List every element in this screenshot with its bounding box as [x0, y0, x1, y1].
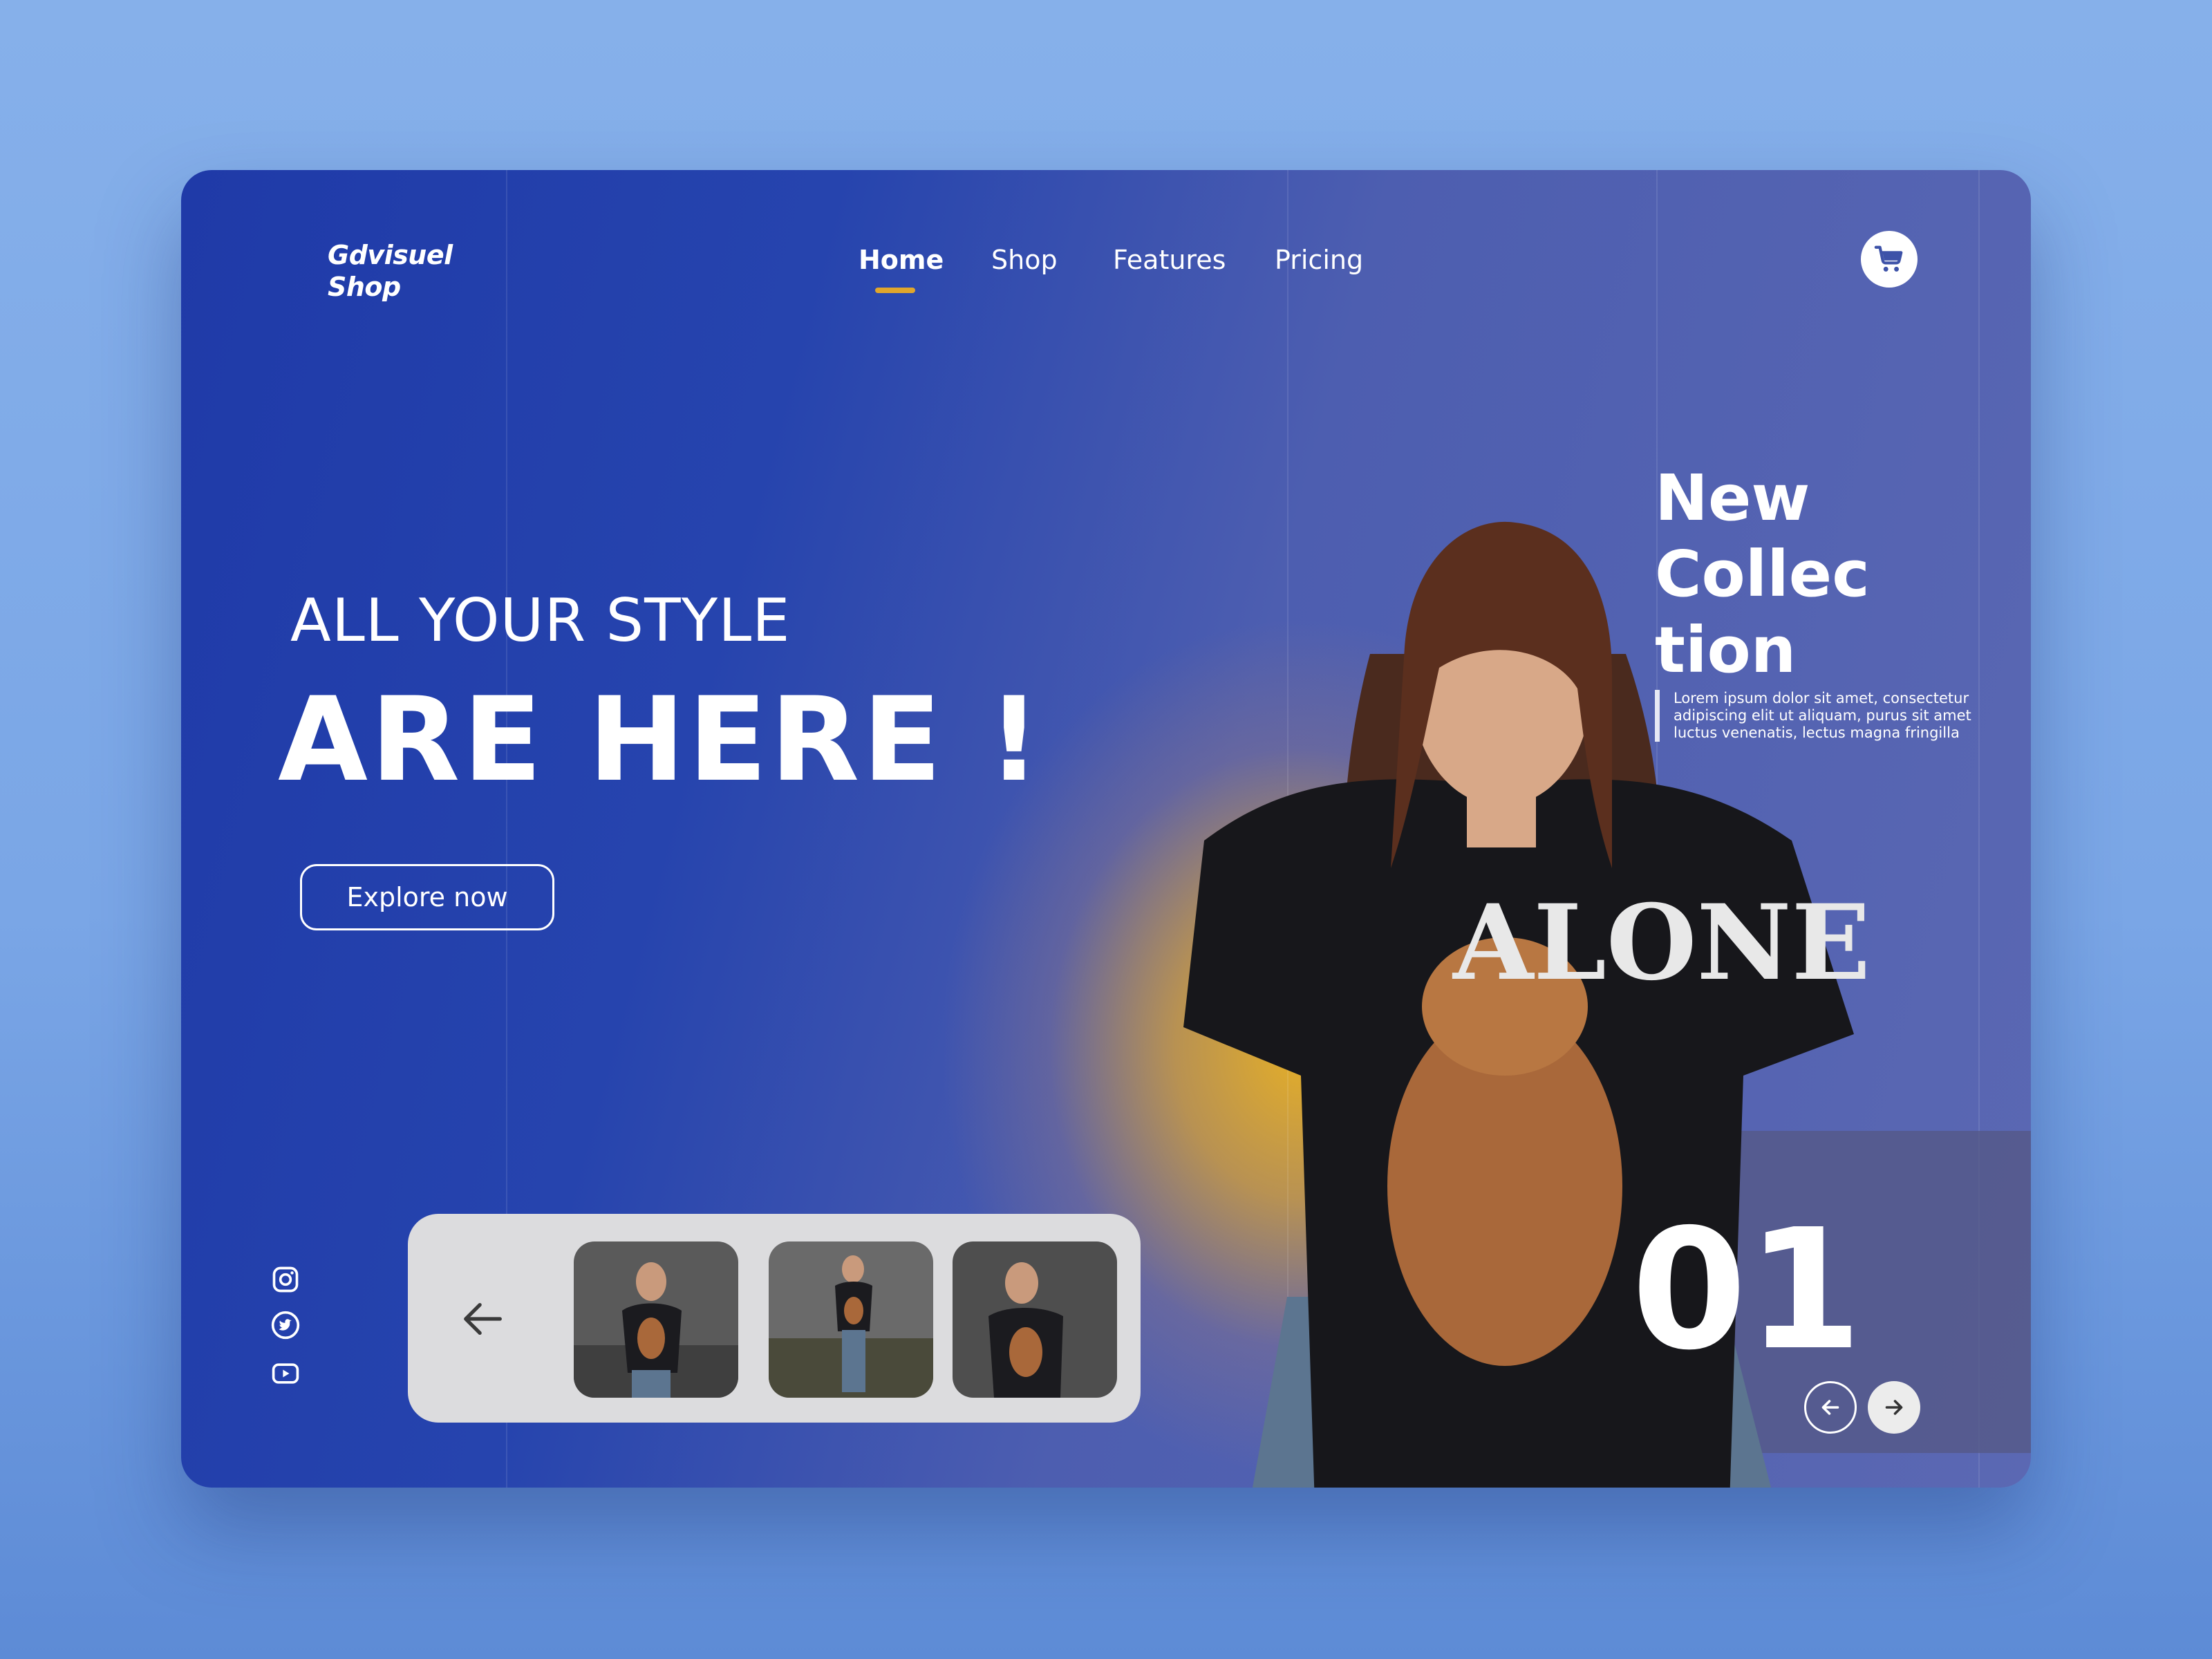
twitter-icon: [271, 1311, 300, 1340]
arrow-right-icon: [1885, 1400, 1903, 1415]
carousel-back-button[interactable]: [456, 1291, 512, 1347]
collection-title: New Collec tion: [1655, 460, 1870, 688]
collection-title-line: tion: [1655, 613, 1797, 687]
thumbnail-image[interactable]: [953, 1241, 1117, 1398]
thumbnail-photo: [953, 1241, 1117, 1398]
youtube-link[interactable]: [268, 1356, 303, 1391]
explore-now-button[interactable]: Explore now: [300, 864, 554, 930]
hero-title: ARE HERE !: [278, 672, 1044, 807]
arrow-left-icon: [1821, 1400, 1839, 1415]
svg-text:ALONE: ALONE: [1452, 882, 1871, 1004]
nav-item-features[interactable]: Features: [1113, 245, 1226, 275]
instagram-link[interactable]: [268, 1262, 303, 1297]
collection-title-line: New: [1655, 461, 1810, 535]
slide-next-button[interactable]: [1868, 1381, 1920, 1434]
arrow-left-icon: [464, 1302, 502, 1335]
slide-number: 01: [1631, 1193, 1862, 1387]
nav-item-pricing[interactable]: Pricing: [1275, 245, 1363, 275]
youtube-icon: [272, 1363, 299, 1384]
thumbnail-photo: [769, 1241, 933, 1398]
thumbnail-image[interactable]: [574, 1241, 738, 1398]
twitter-link[interactable]: [268, 1308, 303, 1342]
collection-description: Lorem ipsum dolor sit amet, consectetur …: [1655, 690, 1991, 742]
hero-subtitle: ALL YOUR STYLE: [290, 586, 791, 655]
hero-card: Gdvisuel Shop Home Shop Features Pricing…: [181, 170, 2031, 1488]
thumbnail-carousel: [408, 1214, 1141, 1423]
instagram-icon: [272, 1266, 299, 1293]
slide-prev-button[interactable]: [1804, 1381, 1857, 1434]
collection-title-line: Collec: [1655, 537, 1870, 611]
main-nav: Home Shop Features Pricing: [181, 245, 2031, 286]
active-nav-indicator: [875, 288, 915, 293]
thumbnail-photo: [574, 1241, 738, 1398]
thumbnail-image[interactable]: [769, 1241, 933, 1398]
cart-button[interactable]: [1861, 231, 1918, 288]
nav-item-shop[interactable]: Shop: [991, 245, 1058, 275]
nav-item-home[interactable]: Home: [859, 245, 944, 275]
cart-icon: [1874, 245, 1903, 272]
